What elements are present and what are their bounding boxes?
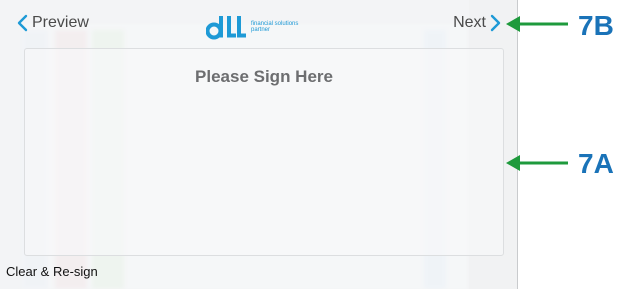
dll-logo-icon [206, 16, 246, 40]
next-button[interactable]: Next [453, 14, 503, 32]
arrow-left-icon [506, 16, 568, 32]
chevron-left-icon [17, 14, 28, 32]
top-bar: Preview financial solutions partner Next [0, 0, 517, 48]
clear-resign-button[interactable]: Clear & Re-sign [6, 264, 98, 279]
next-label: Next [453, 14, 486, 31]
logo-tagline: financial solutions partner [251, 21, 298, 33]
signature-title: Please Sign Here [195, 67, 333, 86]
chevron-right-icon [490, 14, 501, 32]
preview-button[interactable]: Preview [15, 14, 89, 32]
dll-logo: financial solutions partner [206, 12, 298, 42]
callout-7b: 7B [578, 10, 614, 41]
signature-pad[interactable]: Please Sign Here [24, 48, 504, 256]
device-screen: Preview financial solutions partner Next [0, 0, 518, 289]
preview-label: Preview [32, 14, 89, 31]
callout-7a: 7A [578, 148, 614, 179]
logo-tagline-line2: partner [251, 27, 271, 33]
arrow-left-icon [506, 155, 568, 171]
